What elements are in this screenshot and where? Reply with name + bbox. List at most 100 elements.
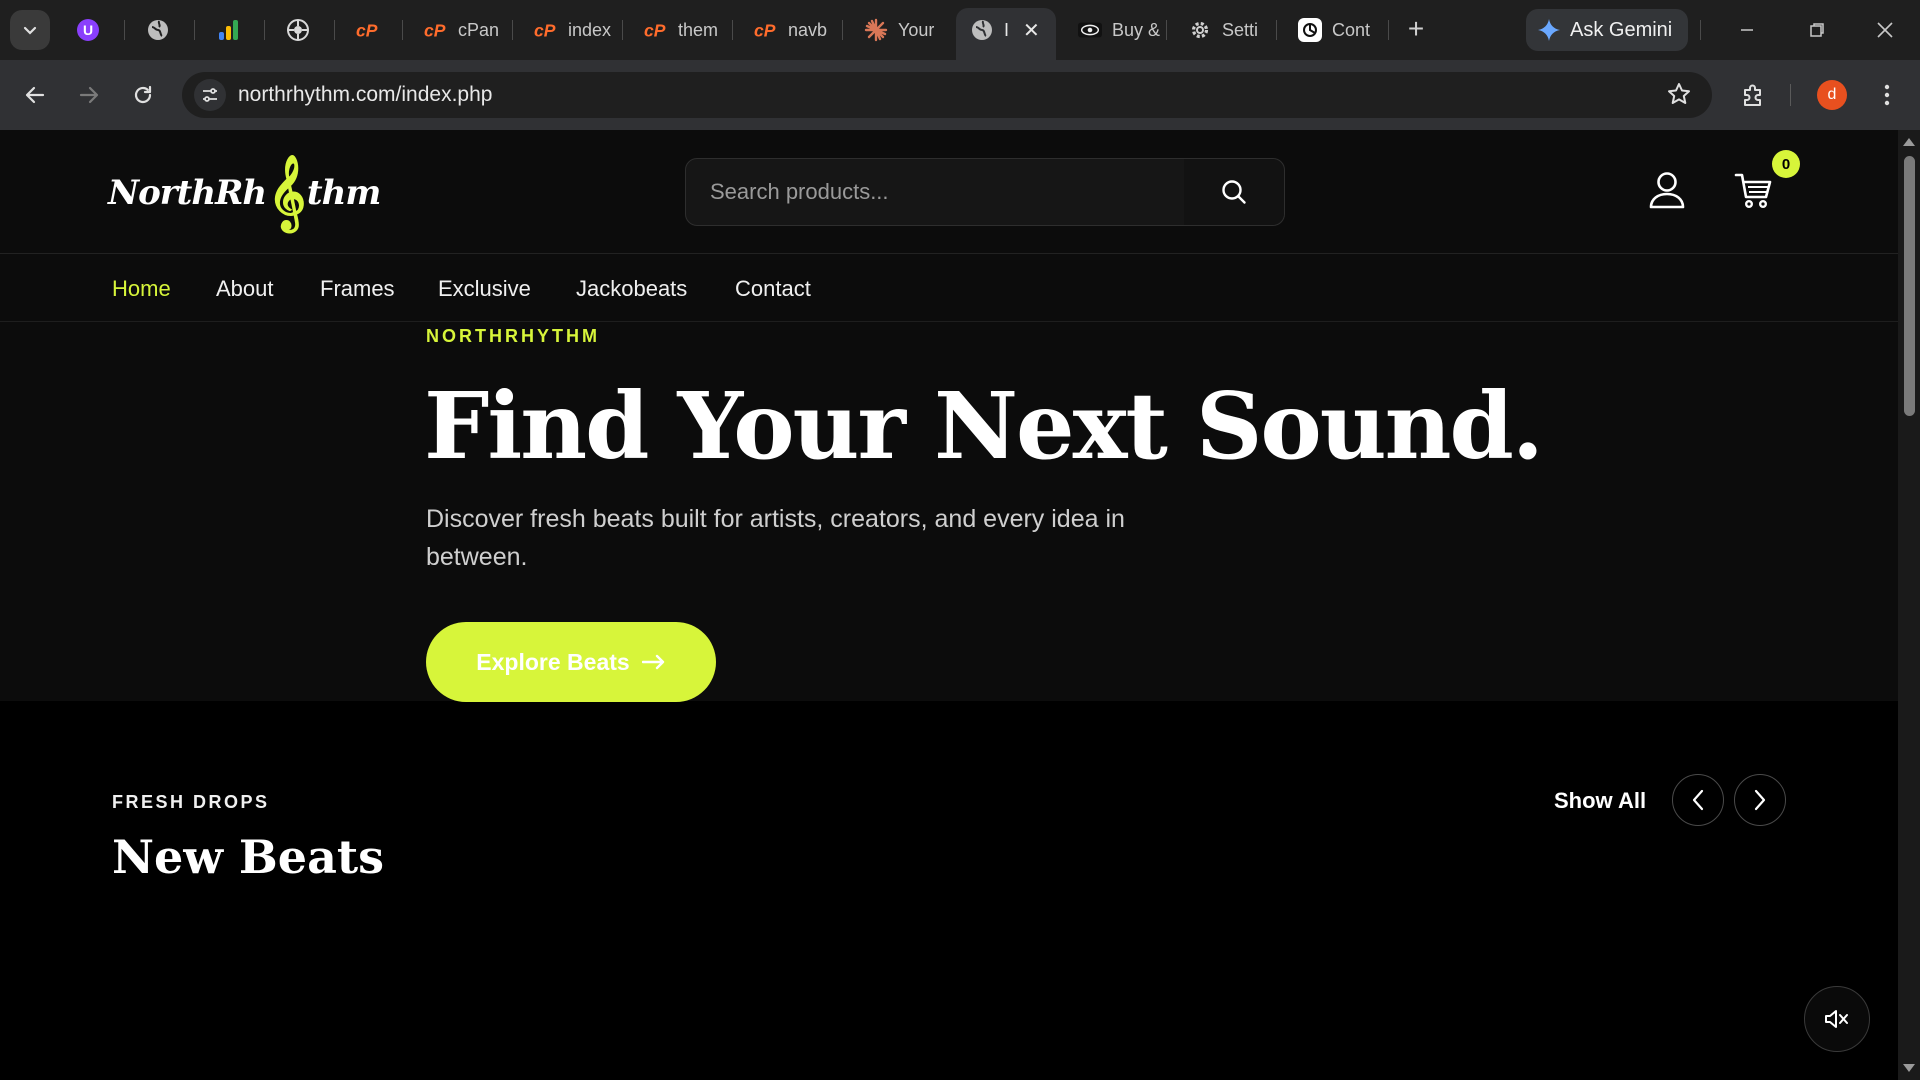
carousel-prev-button[interactable]	[1672, 774, 1724, 826]
chevron-right-icon	[1754, 789, 1766, 811]
browser-tab[interactable]: Setti	[1174, 10, 1274, 50]
forward-button[interactable]	[72, 78, 106, 112]
browser-tab[interactable]: cP navb	[740, 10, 840, 50]
account-button[interactable]	[1648, 170, 1686, 215]
cart-count-badge: 0	[1772, 150, 1800, 178]
browser-tab[interactable]	[132, 10, 192, 50]
gemini-sparkle-icon	[1538, 19, 1560, 41]
new-tab-button[interactable]: +	[1400, 14, 1432, 46]
shopping-cart-icon	[1734, 173, 1772, 209]
tab-title: them	[678, 19, 719, 40]
browser-tab[interactable]: cP	[342, 10, 402, 50]
logo-text-right: thm	[306, 173, 381, 213]
analytics-icon	[216, 18, 240, 42]
profile-avatar[interactable]: d	[1817, 80, 1847, 110]
svg-text:cP: cP	[534, 20, 556, 40]
address-bar[interactable]: northrhythm.com/index.php	[182, 72, 1712, 118]
restore-icon	[1810, 23, 1824, 37]
logo-text-left: NorthRh	[108, 173, 267, 213]
web-page: NorthRh 𝄞 thm 0 Home About Frames Exclus…	[0, 130, 1898, 1080]
nav-link-contact[interactable]: Contact	[735, 276, 811, 302]
tab-search-button[interactable]	[10, 10, 50, 50]
scroll-down-arrow[interactable]	[1903, 1064, 1915, 1072]
main-navigation: Home About Frames Exclusive Jackobeats C…	[0, 254, 1898, 322]
site-info-button[interactable]	[194, 79, 226, 111]
nav-link-about[interactable]: About	[216, 276, 274, 302]
section-title: New Beats	[112, 830, 385, 884]
nav-link-jackobeats[interactable]: Jackobeats	[576, 276, 687, 302]
page-scrollbar[interactable]	[1898, 130, 1920, 1080]
nav-link-home[interactable]: Home	[112, 276, 171, 302]
hero-title: Find Your Next Sound.	[424, 372, 1544, 480]
minimize-button[interactable]	[1730, 14, 1764, 46]
search-input[interactable]	[686, 159, 1186, 225]
svg-text:cP: cP	[424, 20, 446, 40]
browser-tab[interactable]: Cont	[1284, 10, 1384, 50]
chevron-down-icon	[23, 26, 37, 35]
user-icon	[1649, 172, 1685, 209]
nav-link-exclusive[interactable]: Exclusive	[438, 276, 531, 302]
close-tab-icon[interactable]: ✕	[1023, 18, 1040, 43]
show-all-link[interactable]: Show All	[1554, 788, 1646, 814]
close-window-button[interactable]	[1868, 14, 1902, 46]
scroll-up-arrow[interactable]	[1903, 138, 1915, 146]
cart-button[interactable]	[1734, 170, 1774, 215]
tab-title: Buy &	[1112, 19, 1161, 40]
section-eyebrow: FRESH DROPS	[112, 792, 270, 812]
svg-text:U: U	[83, 22, 93, 38]
restore-button[interactable]	[1800, 14, 1834, 46]
tab-title: index	[568, 19, 612, 40]
site-header: NorthRh 𝄞 thm 0	[0, 130, 1898, 254]
back-button[interactable]	[18, 78, 52, 112]
cpanel-icon: cP	[424, 18, 448, 42]
cpanel-icon: cP	[356, 18, 380, 42]
tab-title: I	[1004, 19, 1010, 40]
arrow-left-icon	[25, 86, 45, 104]
browser-tab[interactable]: cP index	[520, 10, 620, 50]
browser-menu-button[interactable]	[1870, 78, 1904, 112]
browser-tab[interactable]: U	[62, 10, 122, 50]
url-text[interactable]: northrhythm.com/index.php	[238, 83, 492, 107]
svg-text:cP: cP	[356, 20, 378, 40]
explore-beats-button[interactable]: Explore Beats	[426, 622, 716, 702]
browser-tab-active[interactable]: I ✕	[956, 8, 1056, 60]
bookmark-star-icon[interactable]	[1666, 81, 1692, 112]
ask-gemini-button[interactable]: Ask Gemini	[1526, 9, 1689, 51]
svg-text:cP: cP	[754, 20, 776, 40]
browser-tab[interactable]	[272, 10, 332, 50]
aperture-icon	[286, 18, 310, 42]
search-button[interactable]	[1184, 159, 1284, 225]
reload-button[interactable]	[126, 78, 160, 112]
cpanel-icon: cP	[534, 18, 558, 42]
tab-title: Your	[898, 19, 935, 40]
mute-toggle-button[interactable]	[1804, 986, 1870, 1052]
more-vertical-icon	[1884, 84, 1890, 106]
cpanel-icon: cP	[754, 18, 778, 42]
globe-icon	[970, 18, 994, 42]
cpanel-icon: cP	[644, 18, 668, 42]
explore-beats-label: Explore Beats	[476, 648, 630, 675]
browser-tab[interactable]: cP them	[630, 10, 730, 50]
reload-icon	[134, 85, 152, 104]
site-logo[interactable]: NorthRh 𝄞 thm	[108, 155, 381, 230]
ask-gemini-label: Ask Gemini	[1570, 18, 1673, 41]
scroll-thumb[interactable]	[1904, 156, 1915, 416]
puzzle-icon	[1744, 84, 1761, 106]
tune-icon	[203, 88, 217, 102]
claude-icon	[864, 18, 888, 42]
hero-subtitle: Discover fresh beats built for artists, …	[426, 505, 1125, 571]
nav-link-frames[interactable]: Frames	[320, 276, 395, 302]
browser-tab[interactable]: Buy &	[1064, 10, 1164, 50]
arrow-right-icon	[641, 654, 664, 670]
browser-tab[interactable]: cP cPan	[410, 10, 510, 50]
extensions-button[interactable]	[1736, 78, 1770, 112]
arrow-right-icon	[79, 86, 99, 104]
hero-eyebrow: NORTHRHYTHM	[426, 326, 600, 346]
browser-toolbar: northrhythm.com/index.php d	[0, 60, 1920, 130]
treble-clef-icon: 𝄞	[268, 155, 306, 230]
carousel-next-button[interactable]	[1734, 774, 1786, 826]
browser-tab[interactable]	[202, 10, 262, 50]
search-icon	[1222, 180, 1246, 204]
gear-icon	[1188, 18, 1212, 42]
browser-tab[interactable]: Your	[850, 10, 950, 50]
